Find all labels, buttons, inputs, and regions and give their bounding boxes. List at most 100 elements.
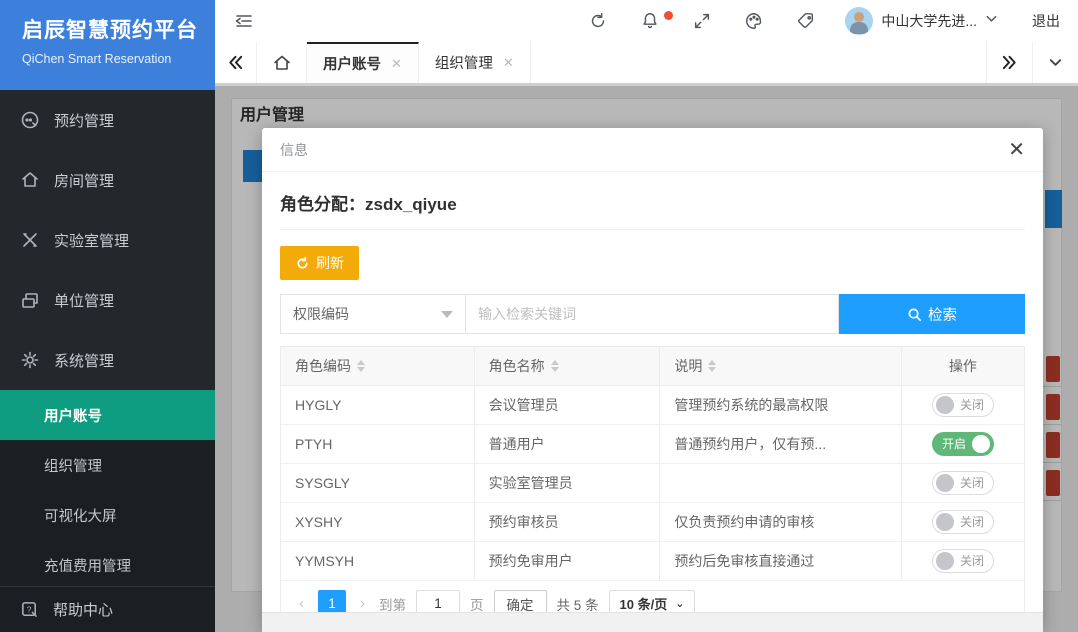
sidebar-item-system[interactable]: 系统管理 — [0, 330, 215, 390]
role-name: 实验室管理员 — [474, 463, 660, 502]
role-code: YYMSYH — [281, 541, 474, 580]
topbar: 中山大学先进... 退出 — [215, 0, 1078, 42]
tabs-scroll-right-icon[interactable] — [986, 42, 1032, 83]
fullscreen-icon[interactable] — [691, 10, 713, 32]
next-page-icon[interactable]: › — [356, 595, 369, 612]
tabbar-spacer — [531, 42, 986, 83]
refresh-button[interactable]: 刷新 — [280, 246, 359, 280]
column-header: 说明 — [674, 356, 702, 376]
logout-button[interactable]: 退出 — [1032, 11, 1060, 31]
tab-org-management[interactable]: 组织管理 ✕ — [419, 42, 531, 83]
sidebar-item-label: 系统管理 — [54, 350, 114, 371]
role-code: XYSHY — [281, 502, 474, 541]
role-assignment-modal: 信息 ✕ 角色分配：zsdx_qiyue 刷新 权限编码 — [262, 128, 1043, 632]
select-caret-icon — [441, 311, 453, 318]
sidebar-subitem-billing[interactable]: 充值费用管理 — [0, 540, 215, 590]
role-code: PTYH — [281, 424, 474, 463]
app-window: 启辰智慧预约平台 QiChen Smart Reservation 预约管理 房… — [0, 0, 1078, 632]
role-name: 预约审核员 — [474, 502, 660, 541]
tab-close-icon[interactable]: ✕ — [503, 55, 514, 71]
role-name: 普通用户 — [474, 424, 660, 463]
reservation-icon — [20, 110, 40, 130]
tab-label: 组织管理 — [435, 52, 493, 73]
role-name: 会议管理员 — [474, 385, 660, 424]
notification-bell-icon[interactable] — [639, 10, 661, 32]
role-toggle[interactable]: 关闭 — [932, 471, 994, 495]
user-name: 中山大学先进... — [881, 11, 977, 31]
search-button-label: 检索 — [928, 304, 957, 325]
sidebar-item-rooms[interactable]: 房间管理 — [0, 150, 215, 210]
subitem-label: 组织管理 — [44, 455, 102, 476]
theme-palette-icon[interactable] — [743, 10, 765, 32]
tab-close-icon[interactable]: ✕ — [391, 56, 402, 72]
table-row: YYMSYH 预约免审用户 预约后免审核直接通过 关闭 — [281, 541, 1024, 580]
subitem-label: 用户账号 — [44, 405, 102, 426]
organization-icon — [20, 290, 40, 310]
system-submenu: 用户账号 组织管理 可视化大屏 充值费用管理 — [0, 390, 215, 590]
tabs-menu-chevron-icon[interactable] — [1032, 42, 1078, 83]
sort-icon[interactable] — [708, 360, 716, 372]
total-count-label: 共 5 条 — [557, 594, 599, 614]
tools-icon — [20, 230, 40, 250]
prev-page-icon[interactable]: ‹ — [295, 595, 308, 612]
chevron-down-icon — [985, 12, 998, 30]
help-label: 帮助中心 — [53, 599, 113, 620]
role-code: SYSGLY — [281, 463, 474, 502]
role-desc — [660, 463, 901, 502]
svg-text:?: ? — [27, 604, 32, 614]
brand-subtitle: QiChen Smart Reservation — [22, 52, 215, 66]
sidebar-item-label: 房间管理 — [54, 170, 114, 191]
close-icon[interactable]: ✕ — [1008, 140, 1025, 160]
column-header: 角色编码 — [295, 356, 351, 376]
sidebar-item-label: 单位管理 — [54, 290, 114, 311]
sidebar-item-lab[interactable]: 实验室管理 — [0, 210, 215, 270]
tabbar: 用户账号 ✕ 组织管理 ✕ — [215, 42, 1078, 86]
sidebar-item-label: 实验室管理 — [54, 230, 129, 251]
table-row: XYSHY 预约审核员 仅负责预约申请的审核 关闭 — [281, 502, 1024, 541]
filter-field-value: 权限编码 — [293, 304, 349, 324]
content-area: 用户管理 信息 ✕ 角色分配：zsdx_qiyue 刷新 — [215, 86, 1078, 632]
tab-user-accounts[interactable]: 用户账号 ✕ — [307, 42, 419, 83]
search-input[interactable] — [465, 294, 839, 334]
sort-icon[interactable] — [551, 360, 559, 372]
table-row: SYSGLY 实验室管理员 关闭 — [281, 463, 1024, 502]
role-toggle[interactable]: 关闭 — [932, 510, 994, 534]
subitem-label: 充值费用管理 — [44, 555, 131, 576]
role-toggle[interactable]: 开启 — [932, 432, 994, 456]
modal-header-title: 信息 — [280, 140, 308, 160]
role-toggle[interactable]: 关闭 — [932, 393, 994, 417]
help-icon: ? — [20, 600, 39, 619]
tabs-scroll-left-icon[interactable] — [215, 42, 257, 83]
refresh-label: 刷新 — [316, 253, 344, 273]
role-code: HYGLY — [281, 385, 474, 424]
modal-header: 信息 ✕ — [262, 128, 1043, 172]
role-desc: 预约后免审核直接通过 — [660, 541, 901, 580]
sidebar-subitem-org-management[interactable]: 组织管理 — [0, 440, 215, 490]
sidebar-subitem-dashboard[interactable]: 可视化大屏 — [0, 490, 215, 540]
sidebar-item-reservation[interactable]: 预约管理 — [0, 90, 215, 150]
brand-title: 启辰智慧预约平台 — [22, 16, 215, 46]
role-assignment-title: 角色分配：zsdx_qiyue — [280, 172, 1025, 230]
role-desc: 管理预约系统的最高权限 — [660, 385, 901, 424]
tab-home-icon[interactable] — [257, 42, 307, 83]
table-header-row: 角色编码 角色名称 说明 操作 — [281, 347, 1024, 385]
sort-icon[interactable] — [357, 360, 365, 372]
role-desc: 仅负责预约申请的审核 — [660, 502, 901, 541]
sidebar-subitem-user-accounts[interactable]: 用户账号 — [0, 390, 215, 440]
refresh-icon[interactable] — [587, 10, 609, 32]
user-menu[interactable]: 中山大学先进... — [845, 7, 998, 35]
collapse-menu-icon[interactable] — [233, 10, 255, 32]
roles-table: 角色编码 角色名称 说明 操作 HYGLY 会议管理员 管理预约系统的最高权限 — [280, 346, 1025, 628]
table-row: PTYH 普通用户 普通预约用户，仅有预... 开启 — [281, 424, 1024, 463]
goto-prefix-label: 到第 — [379, 594, 406, 614]
home-icon — [20, 170, 40, 190]
sidebar-item-help-center[interactable]: ? 帮助中心 — [0, 586, 215, 632]
role-toggle[interactable]: 关闭 — [932, 549, 994, 573]
tag-icon[interactable] — [795, 10, 817, 32]
search-button[interactable]: 检索 — [839, 294, 1025, 334]
filter-field-select[interactable]: 权限编码 — [280, 294, 465, 334]
user-avatar — [845, 7, 873, 35]
sidebar-item-label: 预约管理 — [54, 110, 114, 131]
sidebar-item-units[interactable]: 单位管理 — [0, 270, 215, 330]
gear-icon — [20, 350, 40, 370]
